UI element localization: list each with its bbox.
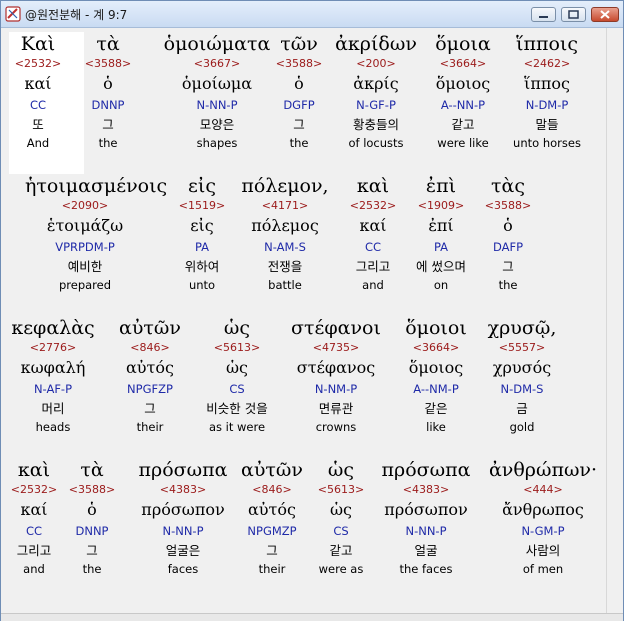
title-bar[interactable]: @원전분해 - 계 9:7 [1, 1, 623, 28]
greek-word: πρόσωπα [381, 459, 471, 481]
maximize-icon [568, 10, 579, 19]
lemma: ἑτοιμάζω [46, 216, 124, 235]
greek-word: ἡτοιμασμένοις [25, 175, 168, 197]
verse-line: καὶ <2532> καί CC 그리고 and τὰ <3588> ὁ DNNP 그 the πρό… [3, 458, 605, 598]
parsing-code: N-DM-S [500, 382, 544, 396]
korean-gloss: 얼굴 [414, 543, 438, 558]
english-gloss: of men [522, 562, 564, 576]
verse-line: Καὶ <2532> καί CC 또 And τὰ <3588> ὁ DNNP 그 the ὁμοιώ… [3, 32, 605, 172]
strong-number[interactable]: <2090> [25, 198, 145, 213]
minimize-button[interactable] [531, 7, 556, 22]
lemma: ἵππος [524, 74, 570, 93]
english-gloss: the faces [399, 562, 453, 576]
interlinear-panel[interactable]: Καὶ <2532> καί CC 또 And τὰ <3588> ὁ DNNP 그 the ὁμοιώ… [3, 28, 605, 613]
english-gloss: unto horses [513, 136, 581, 150]
strong-number[interactable]: <444> [483, 482, 603, 497]
parsing-code: DNNP [91, 98, 125, 112]
strong-number[interactable]: <5557> [462, 340, 582, 355]
greek-word: ἀνθρώπων· [488, 459, 598, 481]
maximize-button[interactable] [561, 7, 586, 22]
greek-word: τὰ [96, 33, 120, 55]
lemma: ἄνθρωπος [502, 500, 584, 519]
verse-line: ἡτοιμασμένοις <2090> ἑτοιμάζω VPRPDM-P 예비한 pr… [3, 174, 605, 314]
parsing-code: N-DM-P [525, 98, 569, 112]
strong-number[interactable]: <4383> [366, 482, 486, 497]
korean-gloss: 예비한 [67, 259, 103, 274]
english-gloss: the [98, 136, 118, 150]
korean-gloss: 그 [102, 117, 114, 132]
parsing-code: N-GM-P [521, 524, 565, 538]
minimize-icon [539, 16, 548, 18]
english-gloss: gold [509, 420, 535, 434]
strong-number[interactable]: <2462> [487, 56, 605, 71]
verse-analysis-window: @원전분해 - 계 9:7 Καὶ <2532> καί CC 또 And τὰ <3588>… [0, 0, 624, 621]
strong-number[interactable]: <3588> [448, 198, 568, 213]
korean-gloss: 사람의 [525, 543, 561, 558]
lemma: πρόσωπον [384, 500, 468, 519]
parsing-code: VPRPDM-P [55, 240, 115, 254]
close-button[interactable] [591, 7, 619, 22]
verse-analysis-icon [5, 6, 21, 22]
parsing-code: N-NN-P [405, 524, 447, 538]
lemma: χρυσός [492, 358, 552, 377]
greek-word: χρυσῷ, [487, 317, 557, 339]
strong-number[interactable]: <3588> [48, 56, 168, 71]
lemma: ὁ [503, 216, 513, 235]
english-gloss: prepared [58, 278, 112, 292]
parsing-code: DAFP [492, 240, 524, 254]
english-gloss: the [498, 278, 518, 292]
korean-gloss: 말들 [535, 117, 559, 132]
korean-gloss: 금 [516, 401, 528, 416]
greek-word: ἵπποις [516, 33, 578, 55]
status-strip [1, 613, 623, 621]
greek-word: τὰς [491, 175, 525, 197]
window-title: @원전분해 - 계 9:7 [25, 8, 128, 22]
verse-line: κεφαλὰς <2776> κωφαλή N-AF-P 머리 heads αὐτῶν <84… [3, 316, 605, 456]
close-icon [600, 10, 610, 19]
korean-gloss: 그 [502, 259, 514, 274]
lemma: ὁ [103, 74, 113, 93]
vertical-scrollbar[interactable] [606, 28, 623, 613]
